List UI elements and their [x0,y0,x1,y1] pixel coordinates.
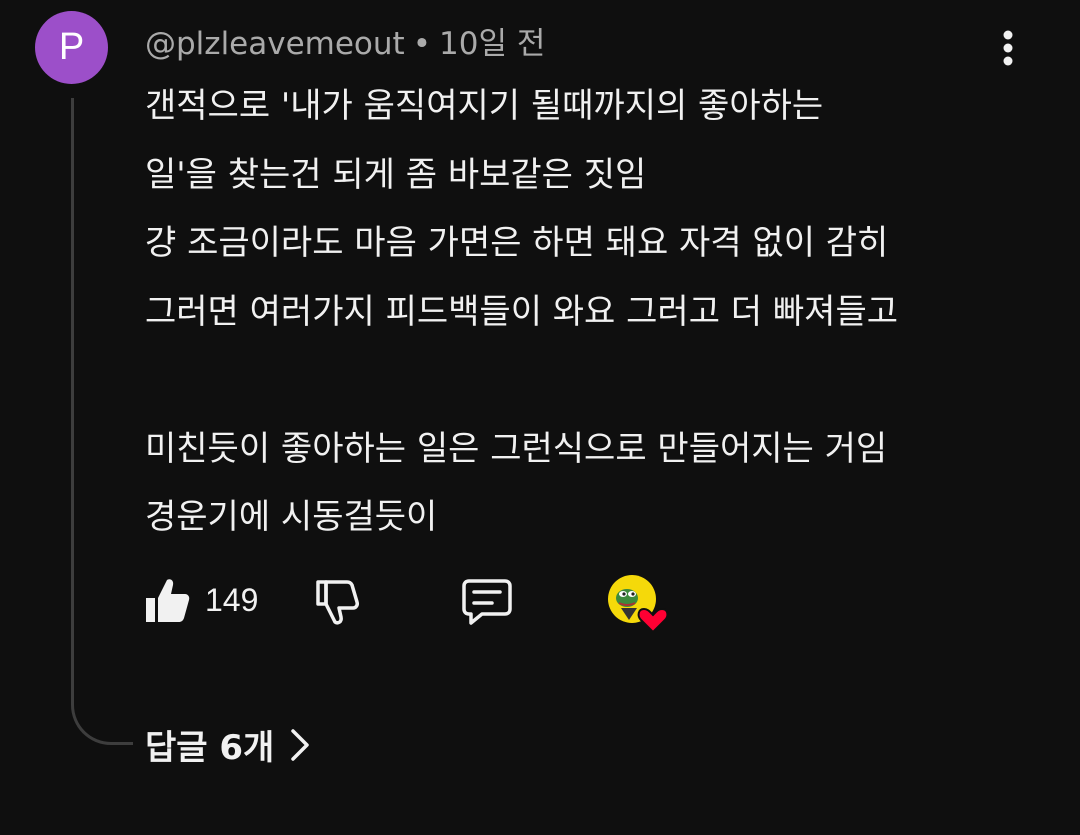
reply-button[interactable] [462,578,512,630]
comment-thread: P @plzleavemeout • 10일 전 갠적으로 '내가 움직여지기 될때… [0,0,1080,835]
thumb-down-icon [316,580,359,625]
comment-line: 경운기에 시동걸듯이 [145,497,438,537]
author-name[interactable]: @plzleavemeout [145,26,405,62]
meta-separator: • [412,26,431,62]
comment-line: 일'을 찾는건 되게 좀 바보같은 짓임 [145,154,647,195]
like-button[interactable] [144,576,190,628]
creator-heart-icon [608,575,669,634]
comment-time: 10일 전 [439,26,546,62]
comment-meta: @plzleavemeout • 10일 전 [145,18,545,63]
creator-heart [607,574,673,638]
comment-line: 그러면 여러가지 피드백들이 와요 그러고 더 빠져들고 [145,291,899,332]
comment-line [145,346,1045,415]
comment-text: 갠적으로 '내가 움직여지기 될때까지의 좋아하는 일'을 찾는건 되게 좀 바… [145,72,1045,552]
replies-label: 답글 6개 [145,728,275,768]
avatar[interactable]: P [35,11,108,84]
comment-icon [462,579,512,625]
comment-line: 걍 조금이라도 마음 가면은 하면 돼요 자격 없이 감히 [145,223,889,263]
dislike-button[interactable] [315,578,361,630]
thread-connector-line [71,98,133,745]
chevron-right-icon [291,728,310,761]
comment-line: 미친듯이 좋아하는 일은 그런식으로 만들어지는 거임 [145,428,888,469]
thumb-up-icon [146,579,190,622]
like-count: 149 [205,582,259,618]
comment-line: 갠적으로 '내가 움직여지기 될때까지의 좋아하는 [145,86,824,126]
more-options-button[interactable] [988,24,1028,74]
view-replies-button[interactable]: 답글 6개 [145,720,312,769]
more-vert-icon [1003,30,1013,66]
comment-actions: 149 [140,572,700,634]
